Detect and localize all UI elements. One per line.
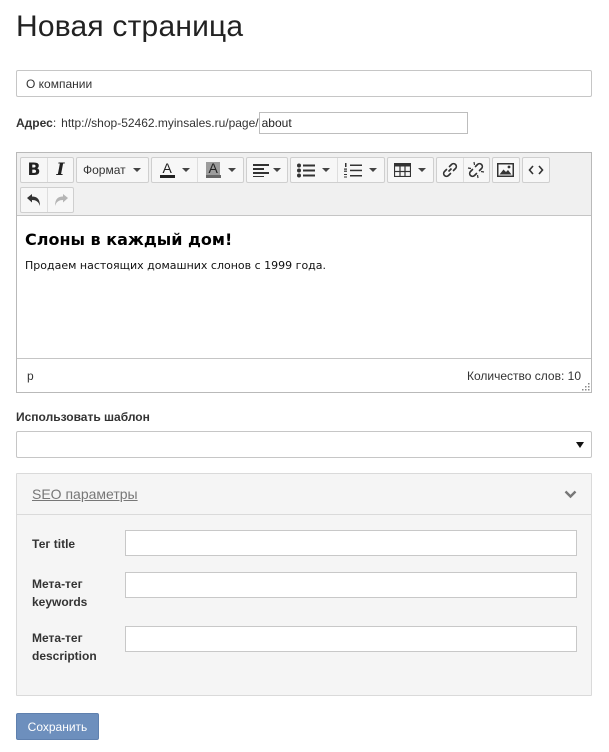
chevron-down-icon bbox=[368, 168, 377, 172]
seo-title-label: Тег title bbox=[32, 537, 76, 551]
editor-toolbar: B I Формат A A bbox=[17, 153, 591, 216]
word-count: Количество слов: 10 bbox=[467, 368, 581, 383]
seo-panel: SEO параметры Тег title Мета-тег keyword… bbox=[16, 473, 592, 696]
page-title-input[interactable] bbox=[16, 70, 592, 97]
background-color-button[interactable]: A bbox=[196, 158, 243, 182]
unlink-button[interactable] bbox=[462, 158, 489, 182]
caret-down-icon bbox=[576, 442, 584, 448]
seo-description-input[interactable] bbox=[125, 626, 577, 652]
bold-button[interactable]: B bbox=[21, 158, 47, 182]
unlink-icon bbox=[468, 161, 485, 179]
template-label: Использовать шаблон bbox=[16, 410, 150, 424]
template-select[interactable] bbox=[16, 431, 592, 458]
text-color-button[interactable]: A bbox=[152, 158, 197, 182]
numbered-list-dropdown[interactable] bbox=[336, 158, 384, 182]
italic-icon: I bbox=[56, 160, 65, 180]
source-code-icon bbox=[528, 165, 544, 175]
redo-button[interactable] bbox=[47, 188, 73, 212]
background-color-icon: A bbox=[205, 160, 221, 178]
address-colon: : bbox=[52, 116, 57, 130]
toolbar-group-align bbox=[245, 157, 288, 183]
bold-icon: B bbox=[27, 160, 41, 180]
chevron-down-icon bbox=[181, 168, 190, 172]
table-dropdown[interactable] bbox=[388, 158, 433, 182]
image-icon bbox=[497, 163, 515, 177]
toolbar-group-table bbox=[386, 157, 434, 183]
table-icon bbox=[393, 163, 411, 177]
background-color-glyph: A bbox=[206, 160, 220, 176]
chevron-down-icon bbox=[321, 168, 330, 172]
format-dropdown[interactable]: Формат bbox=[77, 158, 148, 182]
bullet-list-icon bbox=[296, 163, 315, 177]
element-path[interactable]: p bbox=[27, 369, 34, 383]
chevron-down-icon bbox=[227, 168, 236, 172]
undo-button[interactable] bbox=[21, 188, 47, 212]
address-prefix: http://shop-52462.myinsales.ru/page/ bbox=[61, 116, 259, 130]
toolbar-group-links bbox=[435, 157, 490, 183]
toolbar-row-2 bbox=[20, 186, 591, 214]
seo-keywords-input[interactable] bbox=[125, 572, 577, 598]
toolbar-row-1: B I Формат A A bbox=[20, 156, 591, 184]
editor-statusbar: p Количество слов: 10 bbox=[17, 358, 591, 392]
page-title: Новая страница bbox=[16, 10, 244, 43]
background-color-bar bbox=[205, 175, 221, 178]
chevron-down-icon bbox=[417, 168, 426, 172]
toolbar-group-image bbox=[491, 157, 520, 183]
text-color-bar bbox=[159, 175, 175, 178]
chevron-down-icon bbox=[132, 168, 141, 172]
rich-text-editor: B I Формат A A Слоны в каждый дом! Прода… bbox=[16, 152, 592, 393]
seo-keywords-label: Мета-тег keywords bbox=[32, 577, 88, 609]
seo-title-input[interactable] bbox=[125, 530, 577, 556]
link-button[interactable] bbox=[437, 158, 463, 182]
chevron-down-icon bbox=[272, 168, 281, 172]
align-dropdown[interactable] bbox=[247, 158, 287, 182]
seo-panel-toggle-link[interactable]: SEO параметры bbox=[32, 486, 138, 502]
bullet-list-dropdown[interactable] bbox=[291, 158, 337, 182]
format-label: Формат bbox=[83, 163, 126, 177]
italic-button[interactable]: I bbox=[47, 158, 73, 182]
toolbar-group-format: Формат bbox=[76, 157, 149, 183]
toolbar-group-style: B I bbox=[20, 157, 74, 183]
source-code-button[interactable] bbox=[523, 158, 549, 182]
address-label: Адрес bbox=[16, 116, 53, 130]
editor-content-area[interactable]: Слоны в каждый дом! Продаем настоящих до… bbox=[17, 216, 591, 358]
undo-icon bbox=[27, 194, 40, 206]
redo-icon bbox=[54, 194, 68, 206]
numbered-list-icon bbox=[343, 162, 362, 177]
toolbar-group-history bbox=[20, 187, 74, 213]
toolbar-group-code bbox=[521, 157, 550, 183]
toolbar-group-color: A A bbox=[150, 157, 244, 183]
address-row: Адрес: http://shop-52462.myinsales.ru/pa… bbox=[16, 112, 468, 134]
save-button[interactable]: Сохранить bbox=[16, 713, 99, 740]
seo-description-label: Мета-тег description bbox=[32, 631, 97, 663]
text-color-icon: A bbox=[159, 160, 175, 178]
content-heading: Слоны в каждый дом! bbox=[25, 230, 233, 249]
text-color-glyph: A bbox=[162, 160, 172, 176]
seo-panel-header[interactable]: SEO параметры bbox=[17, 474, 591, 515]
toolbar-group-lists bbox=[289, 157, 385, 183]
align-left-icon bbox=[252, 164, 269, 177]
image-button[interactable] bbox=[493, 158, 519, 182]
content-paragraph: Продаем настоящих домашних слонов с 1999… bbox=[25, 259, 327, 272]
link-icon bbox=[442, 162, 457, 178]
address-slug-input[interactable] bbox=[258, 112, 468, 134]
resize-handle-icon[interactable] bbox=[581, 382, 590, 391]
chevron-down-icon[interactable] bbox=[564, 490, 577, 499]
